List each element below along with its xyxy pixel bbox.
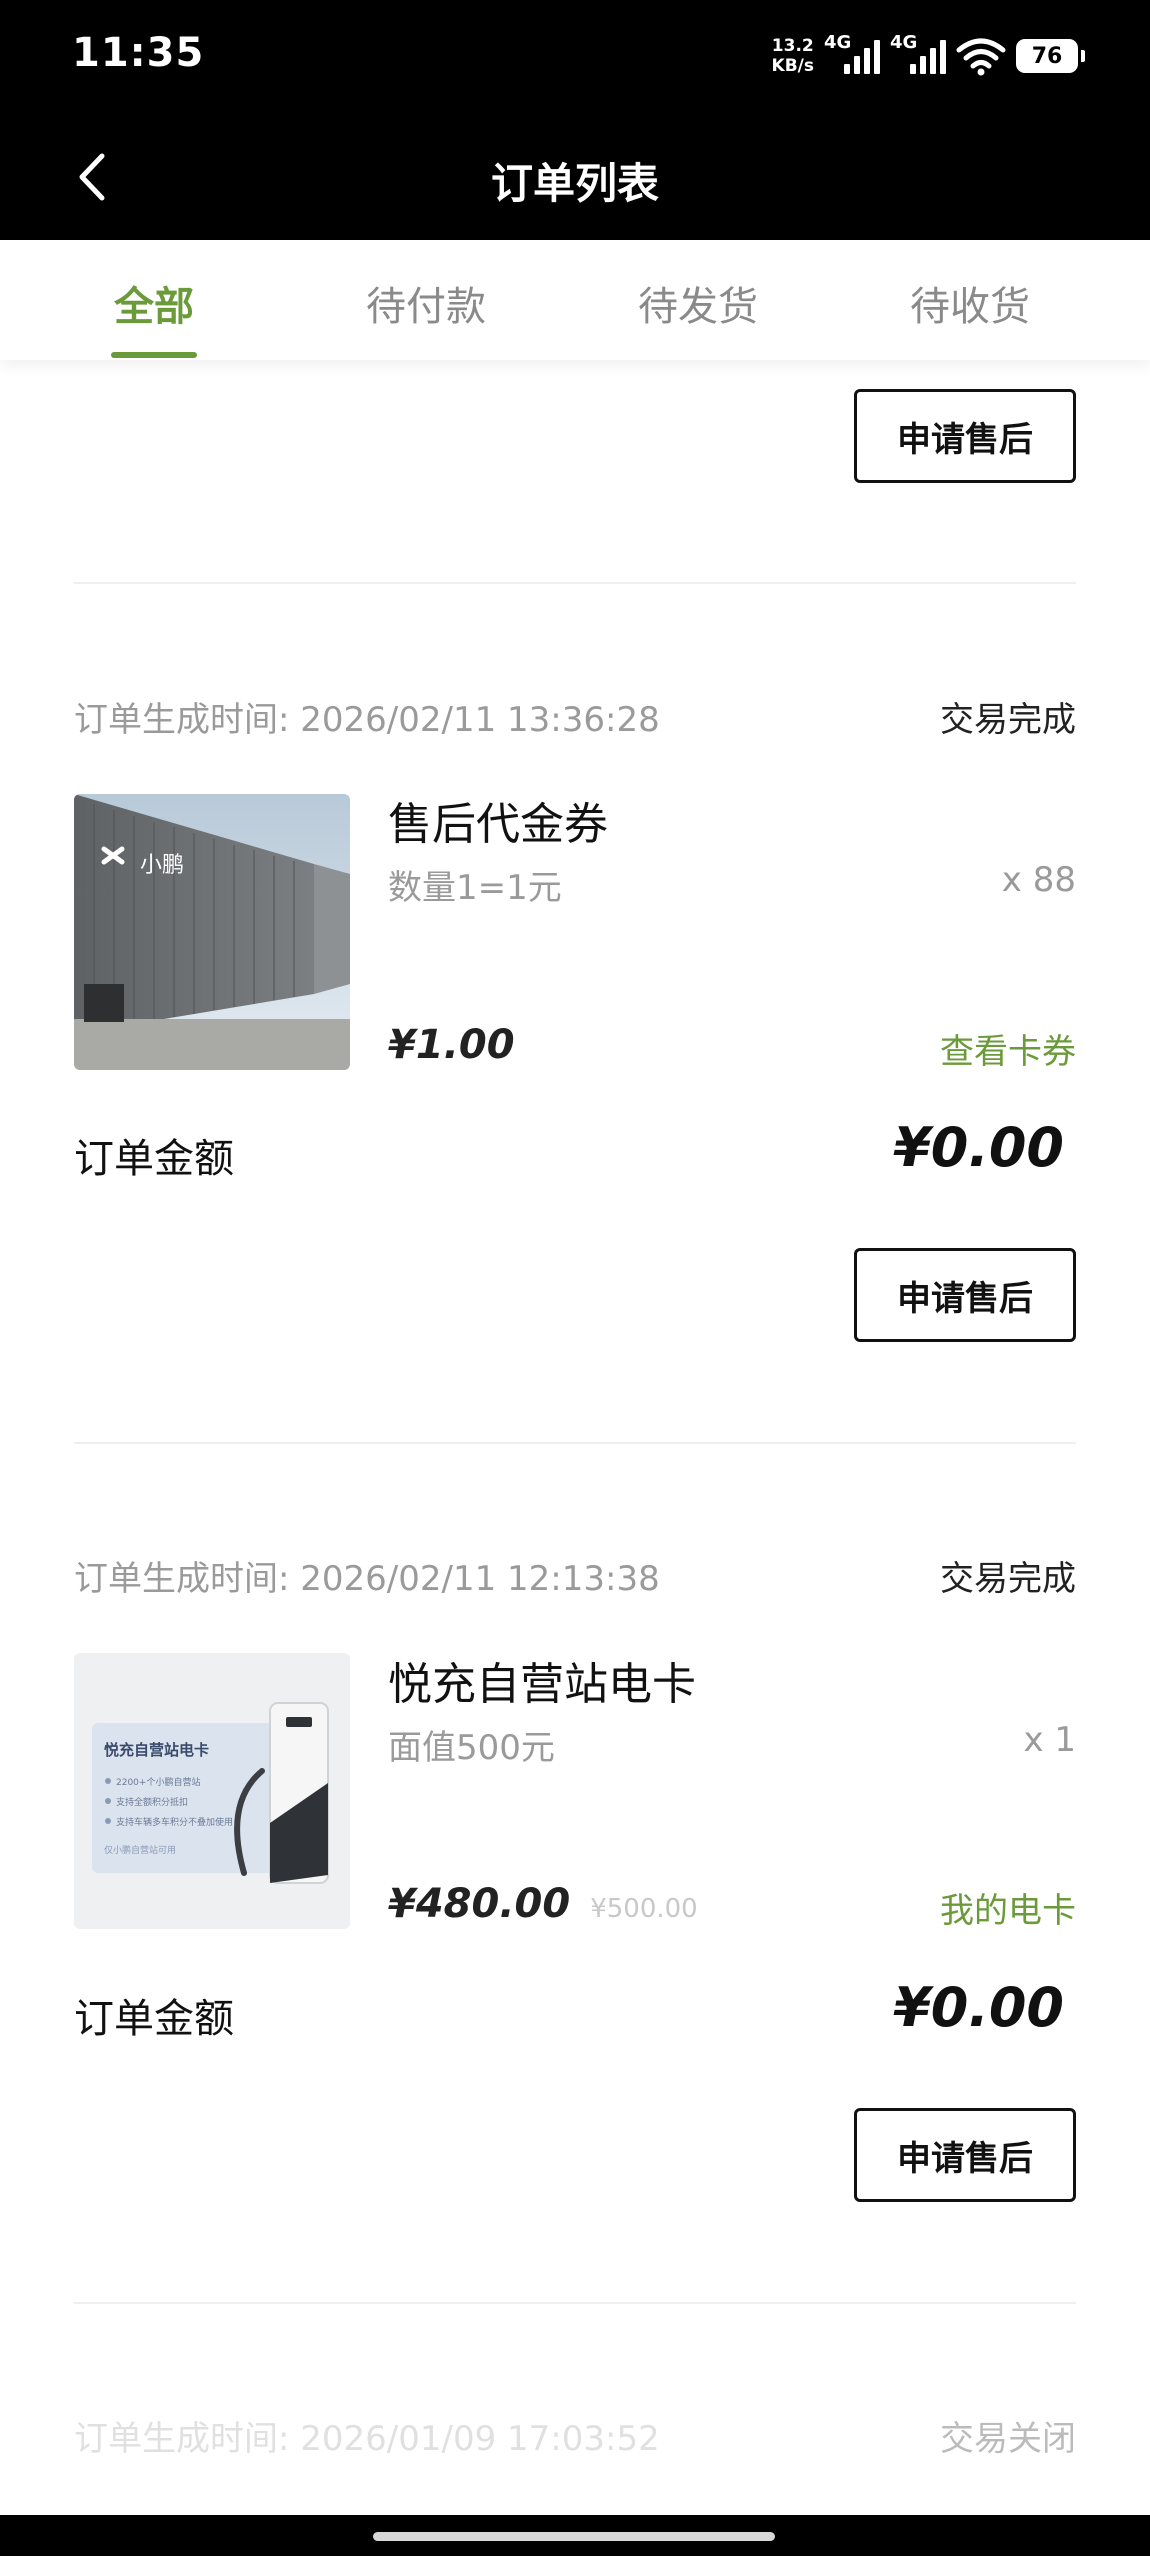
tab-pending-shipment[interactable]: 待发货 — [578, 274, 818, 332]
order-amount: ¥0.00 — [893, 1976, 1064, 2039]
net-speed-value: 13.2 — [771, 36, 814, 56]
card-title: 悦充自营站电卡 — [104, 1741, 209, 1759]
nav-bar: 订单列表 — [0, 112, 1150, 240]
original-price: ¥500.00 — [590, 1894, 698, 1924]
order-time: 订单生成时间: 2026/01/09 17:03:52 — [74, 2419, 660, 2459]
charging-card-image[interactable]: 悦充自营站电卡 2200+个小鹏自营站 支持全额积分抵扣 支持车辆多车积分不叠加… — [74, 1653, 350, 1929]
order-status: 交易关闭 — [940, 2419, 1076, 2459]
order-list[interactable]: 申请售后 订单生成时间: 2026/02/11 13:36:28 交易完成 小鹏… — [0, 360, 1150, 2515]
order-amount-label: 订单金额 — [74, 1996, 234, 2042]
battery-icon: 76 — [1016, 39, 1085, 73]
tab-active-indicator — [111, 352, 197, 358]
status-time: 11:35 — [72, 30, 205, 76]
divider — [74, 2302, 1076, 2304]
after-sale-button[interactable]: 申请售后 — [854, 1248, 1076, 1342]
product-quantity: x 88 — [1001, 860, 1076, 900]
order-time: 订单生成时间: 2026/02/11 13:36:28 — [74, 700, 660, 740]
signal-icon: 4G — [890, 32, 946, 78]
wifi-icon — [956, 38, 1006, 76]
after-sale-button[interactable]: 申请售后 — [854, 2108, 1076, 2202]
product-price: ¥480.00 ¥500.00 — [388, 1881, 698, 1927]
page-title: 订单列表 — [490, 159, 659, 208]
order-tabs: 全部 待付款 待发货 待收货 — [0, 240, 1150, 360]
status-icons: 13.2 KB/s 4G 4G 76 — [772, 30, 1085, 82]
divider — [74, 582, 1076, 584]
product-spec: 面值500元 — [388, 1728, 555, 1768]
order-status: 交易完成 — [940, 1559, 1076, 1599]
card-footer: 仅小鹏自营站可用 — [104, 1844, 176, 1856]
tab-pending-receipt[interactable]: 待收货 — [850, 274, 1090, 332]
order-amount: ¥0.00 — [893, 1116, 1064, 1179]
view-coupons-link[interactable]: 查看卡券 — [940, 1024, 1076, 1073]
signal-icon: 4G — [824, 32, 880, 78]
product-spec: 数量1=1元 — [388, 868, 562, 908]
divider — [74, 1442, 1076, 1444]
xpeng-building-image[interactable]: 小鹏 — [74, 794, 350, 1070]
order-status: 交易完成 — [940, 700, 1076, 740]
svg-text:小鹏: 小鹏 — [140, 853, 184, 878]
order-amount-label: 订单金额 — [74, 1136, 234, 1182]
product-name: 悦充自营站电卡 — [388, 1659, 696, 1710]
card-line: 支持全额积分抵扣 — [116, 1796, 188, 1808]
net-speed: 13.2 KB/s — [772, 36, 814, 76]
order-time: 订单生成时间: 2026/02/11 12:13:38 — [74, 1559, 660, 1599]
home-area — [0, 2515, 1150, 2556]
product-quantity: x 1 — [1023, 1720, 1076, 1760]
status-bar: 11:35 13.2 KB/s 4G 4G 76 — [0, 0, 1150, 112]
tab-all[interactable]: 全部 — [34, 274, 274, 332]
price-value: ¥480.00 — [388, 1881, 571, 1927]
card-line: 2200+个小鹏自营站 — [116, 1776, 200, 1788]
product-name: 售后代金券 — [388, 799, 608, 850]
after-sale-button[interactable]: 申请售后 — [854, 389, 1076, 483]
home-indicator[interactable] — [373, 2532, 775, 2541]
net-speed-unit: KB/s — [771, 56, 814, 76]
product-price: ¥1.00 — [388, 1022, 515, 1068]
my-cards-link[interactable]: 我的电卡 — [940, 1883, 1076, 1932]
tab-pending-payment[interactable]: 待付款 — [306, 274, 546, 332]
card-line: 支持车辆多车积分不叠加使用 — [116, 1816, 233, 1828]
